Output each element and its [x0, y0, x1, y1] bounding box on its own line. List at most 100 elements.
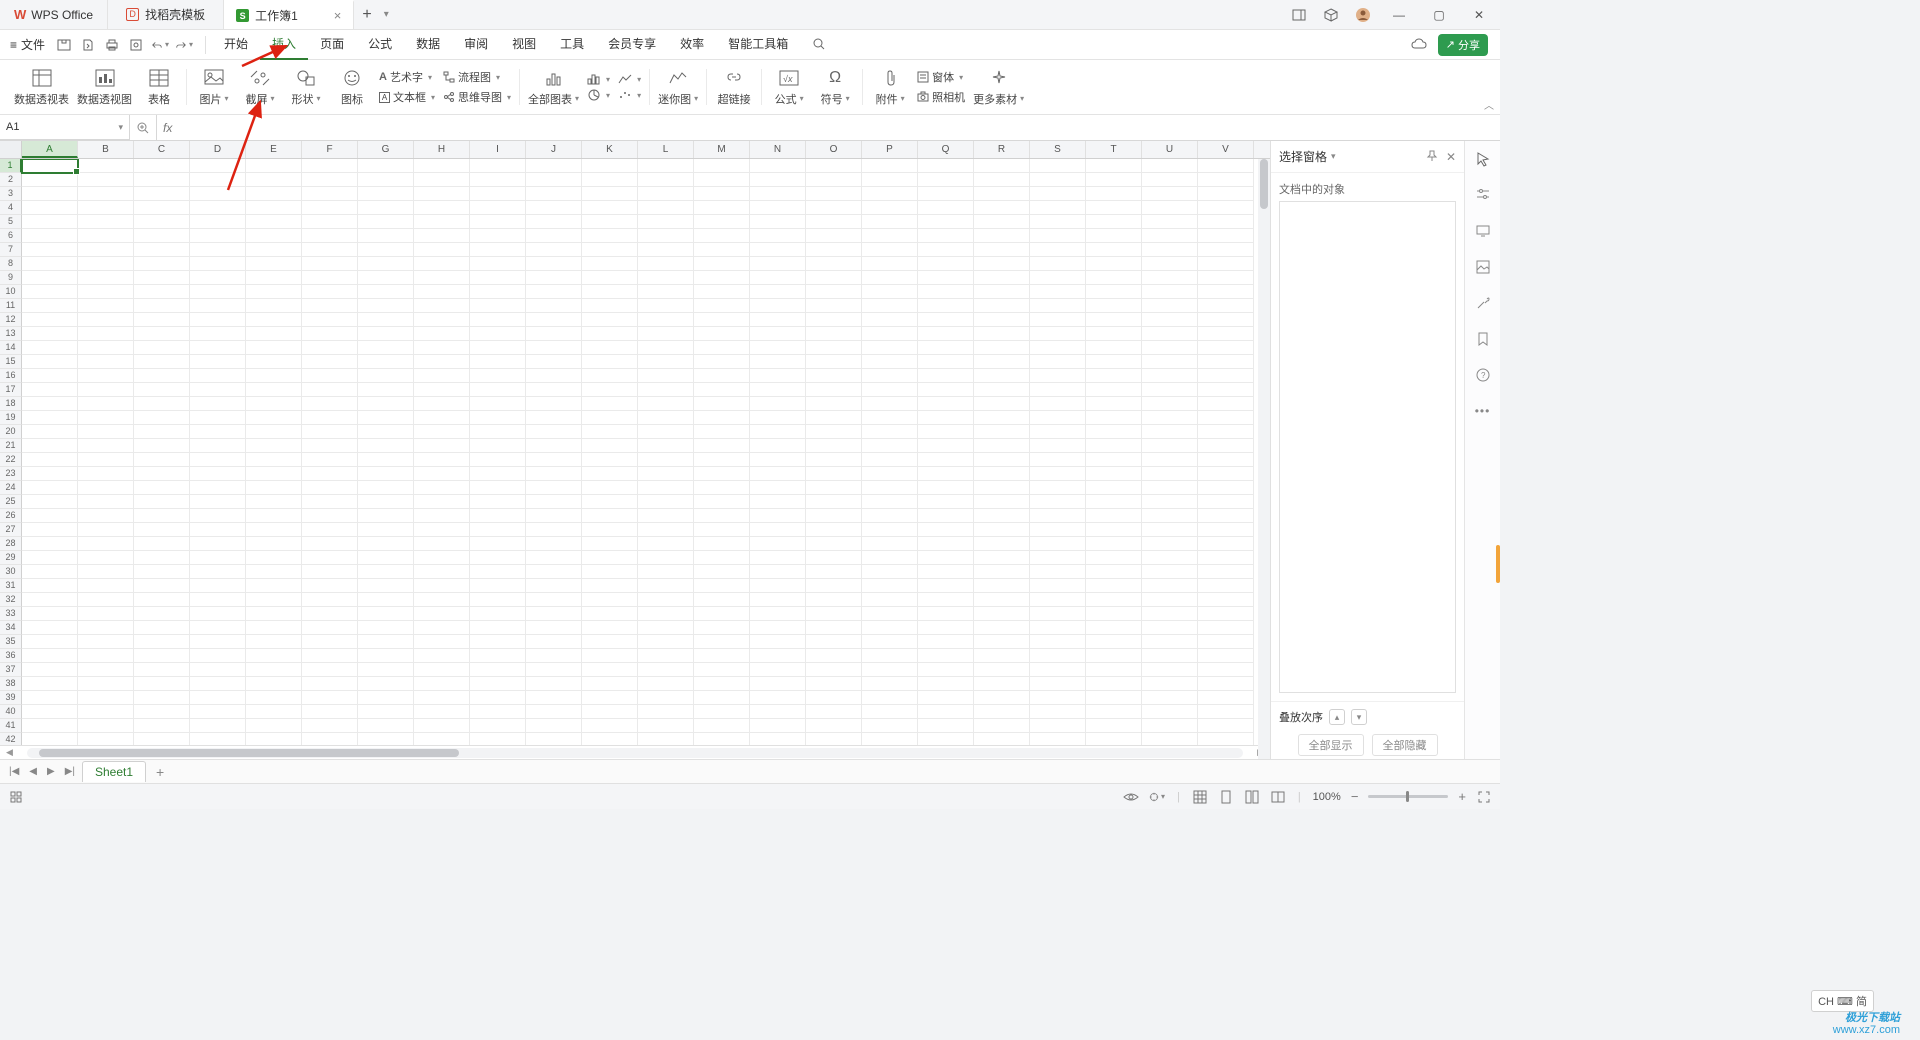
cell[interactable]: [134, 523, 190, 537]
cell[interactable]: [190, 341, 246, 355]
cell[interactable]: [470, 621, 526, 635]
cell[interactable]: [190, 705, 246, 719]
cell[interactable]: [806, 187, 862, 201]
cell[interactable]: [22, 719, 78, 733]
cell[interactable]: [694, 299, 750, 313]
cell[interactable]: [918, 635, 974, 649]
cell[interactable]: [638, 565, 694, 579]
cell[interactable]: [134, 341, 190, 355]
cell[interactable]: [358, 411, 414, 425]
cell[interactable]: [694, 705, 750, 719]
cell[interactable]: [1030, 271, 1086, 285]
cell[interactable]: [1142, 677, 1198, 691]
cell[interactable]: [190, 201, 246, 215]
cell[interactable]: [22, 229, 78, 243]
cell[interactable]: [974, 173, 1030, 187]
cell[interactable]: [358, 565, 414, 579]
cell[interactable]: [78, 481, 134, 495]
cell[interactable]: [246, 215, 302, 229]
cell[interactable]: [1198, 327, 1254, 341]
cell[interactable]: [1030, 705, 1086, 719]
cell[interactable]: [974, 705, 1030, 719]
cell[interactable]: [190, 677, 246, 691]
cell[interactable]: [918, 733, 974, 745]
cell[interactable]: [358, 635, 414, 649]
cell[interactable]: [22, 467, 78, 481]
cell[interactable]: [1030, 439, 1086, 453]
cell[interactable]: [1086, 299, 1142, 313]
row-header[interactable]: 4: [0, 201, 22, 215]
cell[interactable]: [526, 677, 582, 691]
cell[interactable]: [862, 509, 918, 523]
cell[interactable]: [358, 383, 414, 397]
cell[interactable]: [414, 299, 470, 313]
cell[interactable]: [638, 243, 694, 257]
cell[interactable]: [302, 425, 358, 439]
cell[interactable]: [694, 327, 750, 341]
cell[interactable]: [190, 453, 246, 467]
cell[interactable]: [806, 369, 862, 383]
cell[interactable]: [918, 607, 974, 621]
row-header[interactable]: 7: [0, 243, 22, 257]
cell[interactable]: [806, 663, 862, 677]
cell[interactable]: [750, 495, 806, 509]
cell[interactable]: [470, 719, 526, 733]
hyperlink-button[interactable]: 超链接: [715, 68, 753, 107]
cell[interactable]: [1142, 201, 1198, 215]
cell[interactable]: [1142, 173, 1198, 187]
cell[interactable]: [582, 229, 638, 243]
cell[interactable]: [918, 579, 974, 593]
cell[interactable]: [246, 383, 302, 397]
cell[interactable]: [1198, 271, 1254, 285]
cell[interactable]: [302, 467, 358, 481]
column-header-D[interactable]: D: [190, 141, 246, 158]
cell[interactable]: [1030, 257, 1086, 271]
cell[interactable]: [78, 411, 134, 425]
cell[interactable]: [694, 691, 750, 705]
menu-tab-efficiency[interactable]: 效率: [668, 30, 716, 60]
cell[interactable]: [750, 159, 806, 173]
cell[interactable]: [862, 229, 918, 243]
cell[interactable]: [246, 467, 302, 481]
menu-tab-page[interactable]: 页面: [308, 30, 356, 60]
column-header-E[interactable]: E: [246, 141, 302, 158]
cell[interactable]: [414, 173, 470, 187]
cell[interactable]: [974, 565, 1030, 579]
cell[interactable]: [806, 467, 862, 481]
cell[interactable]: [582, 537, 638, 551]
cell[interactable]: [302, 173, 358, 187]
cell[interactable]: [1142, 229, 1198, 243]
cell[interactable]: [918, 551, 974, 565]
cell[interactable]: [302, 565, 358, 579]
cell[interactable]: [22, 579, 78, 593]
cell[interactable]: [750, 523, 806, 537]
cell[interactable]: [358, 495, 414, 509]
cell[interactable]: [22, 621, 78, 635]
minimize-button[interactable]: ―: [1386, 8, 1412, 22]
menu-tab-insert[interactable]: 插入: [260, 30, 308, 60]
row-header[interactable]: 29: [0, 551, 22, 565]
cell[interactable]: [1198, 537, 1254, 551]
cell[interactable]: [78, 425, 134, 439]
cell[interactable]: [750, 733, 806, 745]
cell[interactable]: [526, 607, 582, 621]
cell[interactable]: [638, 229, 694, 243]
cell[interactable]: [22, 243, 78, 257]
cell[interactable]: [302, 453, 358, 467]
cell[interactable]: [862, 257, 918, 271]
cell[interactable]: [1142, 327, 1198, 341]
menu-tab-start[interactable]: 开始: [212, 30, 260, 60]
row-header[interactable]: 20: [0, 425, 22, 439]
cell[interactable]: [1030, 411, 1086, 425]
cell[interactable]: [750, 593, 806, 607]
cell[interactable]: [806, 299, 862, 313]
cell[interactable]: [470, 579, 526, 593]
cell[interactable]: [526, 411, 582, 425]
cell[interactable]: [190, 663, 246, 677]
cell[interactable]: [1030, 621, 1086, 635]
cell[interactable]: [358, 467, 414, 481]
menu-tab-review[interactable]: 审阅: [452, 30, 500, 60]
cell[interactable]: [918, 215, 974, 229]
cell[interactable]: [750, 719, 806, 733]
cell[interactable]: [638, 691, 694, 705]
